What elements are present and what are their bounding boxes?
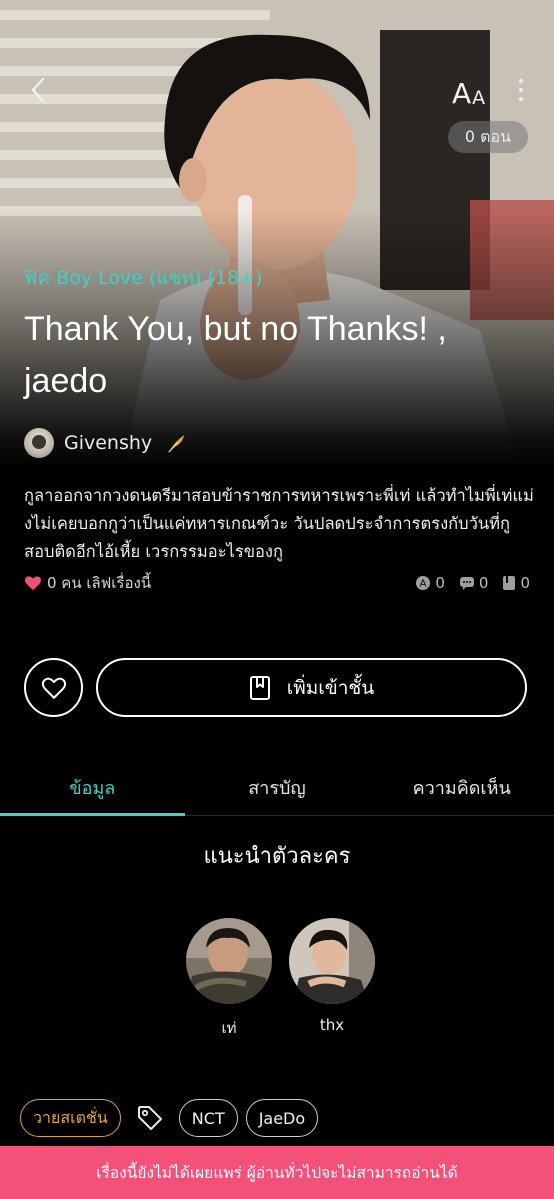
story-counters: A 0 0 0 (415, 574, 530, 592)
characters-section-title: แนะนำตัวละคร (203, 844, 351, 869)
comment-icon (459, 577, 474, 590)
story-synopsis: กูลาออกจากวงดนตรีมาสอบข้าราชการทหารเพราะ… (24, 486, 534, 561)
tags-row: วายสเตชั่น NCT JaeDo (20, 1098, 319, 1138)
unpublished-banner: เรื่องนี้ยังไม่ได้เผยแพร่ ผู้อ่านทั่วไปจ… (0, 1146, 554, 1199)
font-size-label-big: A (452, 77, 472, 110)
tab-info[interactable]: ข้อมูล (0, 760, 185, 816)
character-card[interactable]: thx (288, 918, 376, 1034)
a-badge-icon: A (416, 576, 431, 590)
likes-count: 0 คน เลิฟเรื่องนี้ (24, 571, 151, 595)
tag-icon (131, 1099, 169, 1137)
author-name: Givenshy (64, 432, 153, 454)
story-tabs: ข้อมูล สารบัญ ความคิดเห็น (0, 760, 554, 816)
tag-chip[interactable]: JaeDo (245, 1099, 319, 1137)
story-title: Thank You, but no Thanks! , jaedo (24, 310, 447, 400)
character-avatar (289, 918, 375, 1004)
character-card[interactable]: เท่ (185, 918, 273, 1040)
chapter-icon (503, 576, 516, 590)
book-icon (249, 675, 270, 700)
author-avatar (24, 428, 54, 458)
tag-chip[interactable]: NCT (178, 1099, 238, 1137)
genre-label[interactable]: ฟิค Boy Love (แชท) (18+) (24, 263, 262, 293)
stats-row: 0 คน เลิฟเรื่องนี้ A 0 0 0 (24, 570, 530, 596)
character-name: เท่ (221, 1019, 237, 1037)
counter-comments: 0 (459, 574, 488, 592)
tab-comments[interactable]: ความคิดเห็น (369, 760, 554, 815)
character-name: thx (319, 1016, 345, 1034)
author-link[interactable]: Givenshy (24, 426, 188, 460)
more-options-button[interactable] (508, 72, 534, 108)
font-size-button[interactable]: A A (452, 72, 496, 108)
heart-icon (25, 576, 41, 591)
svg-text:A: A (420, 579, 427, 590)
character-avatar (186, 918, 272, 1004)
chevron-left-icon (31, 77, 45, 103)
counter-a: A 0 (415, 574, 445, 592)
cover-hero: A A 0 ตอน ฟิค Boy Love (แชท) (18+) Thank… (0, 0, 554, 470)
feather-icon (168, 434, 185, 453)
back-button[interactable] (22, 72, 54, 108)
status-tag[interactable]: วายสเตชั่น (20, 1099, 121, 1137)
tab-contents[interactable]: สารบัญ (185, 760, 370, 815)
font-size-label-small: A (472, 87, 486, 109)
like-button[interactable] (24, 658, 83, 717)
heart-outline-icon (41, 677, 66, 699)
add-to-shelf-button[interactable]: เพิ่มเข้าชั้น (96, 658, 527, 717)
likes-text: 0 คน เลิฟเรื่องนี้ (47, 574, 152, 592)
episode-count-badge: 0 ตอน (448, 121, 528, 153)
counter-chapters: 0 (502, 574, 530, 592)
add-to-shelf-label: เพิ่มเข้าชั้น (286, 676, 375, 699)
more-vertical-icon (519, 79, 523, 101)
